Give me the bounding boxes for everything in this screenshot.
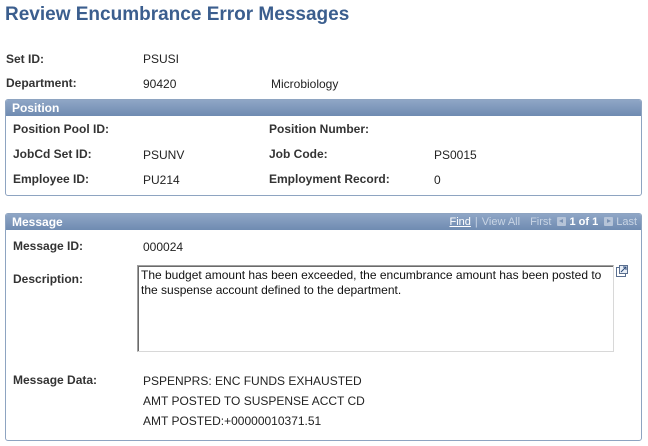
message-data-label: Message Data: [13, 373, 98, 387]
message-data-line-3: AMT POSTED:+00000010371.51 [143, 414, 322, 428]
description-label: Description: [13, 272, 84, 286]
department-label: Department: [6, 76, 77, 90]
view-all-link[interactable]: View All [482, 214, 520, 230]
position-group-header: Position [6, 100, 641, 116]
message-id-value: 000024 [143, 240, 184, 254]
position-pool-id-label: Position Pool ID: [13, 122, 109, 136]
row-count: 1 of 1 [569, 216, 599, 228]
jobcd-setid-value: PSUNV [143, 148, 185, 162]
page-title: Review Encumbrance Error Messages [5, 4, 350, 25]
scroll-navigation: Find | View All First 1 of 1 Last [449, 214, 637, 230]
description-textarea[interactable]: The budget amount has been exceeded, the… [137, 265, 614, 352]
message-data-line-1: PSPENPRS: ENC FUNDS EXHAUSTED [143, 374, 362, 388]
nav-separator: | [474, 216, 478, 228]
message-id-label: Message ID: [13, 239, 84, 253]
position-number-label: Position Number: [269, 122, 370, 136]
position-header-label: Position [12, 101, 60, 115]
message-header-label: Message [12, 215, 63, 229]
employment-record-value: 0 [434, 173, 441, 187]
jobcd-setid-label: JobCd Set ID: [13, 147, 92, 161]
next-arrow-icon[interactable] [604, 217, 614, 226]
previous-arrow-icon[interactable] [557, 217, 567, 226]
department-value: 90420 [143, 77, 177, 91]
employment-record-label: Employment Record: [269, 172, 390, 186]
first-link[interactable]: First [530, 214, 551, 230]
last-link[interactable]: Last [616, 214, 637, 230]
job-code-value: PS0015 [434, 148, 477, 162]
set-id-label: Set ID: [6, 52, 45, 66]
employee-id-value: PU214 [143, 173, 180, 187]
find-link[interactable]: Find [449, 214, 470, 230]
job-code-label: Job Code: [269, 147, 328, 161]
set-id-value: PSUSI [143, 52, 180, 66]
employee-id-label: Employee ID: [13, 172, 90, 186]
message-data-line-2: AMT POSTED TO SUSPENSE ACCT CD [143, 394, 365, 408]
message-group-header: Message Find | View All First 1 of 1 Last [6, 214, 641, 230]
department-description: Microbiology [271, 77, 339, 91]
expand-window-icon[interactable] [616, 265, 628, 277]
